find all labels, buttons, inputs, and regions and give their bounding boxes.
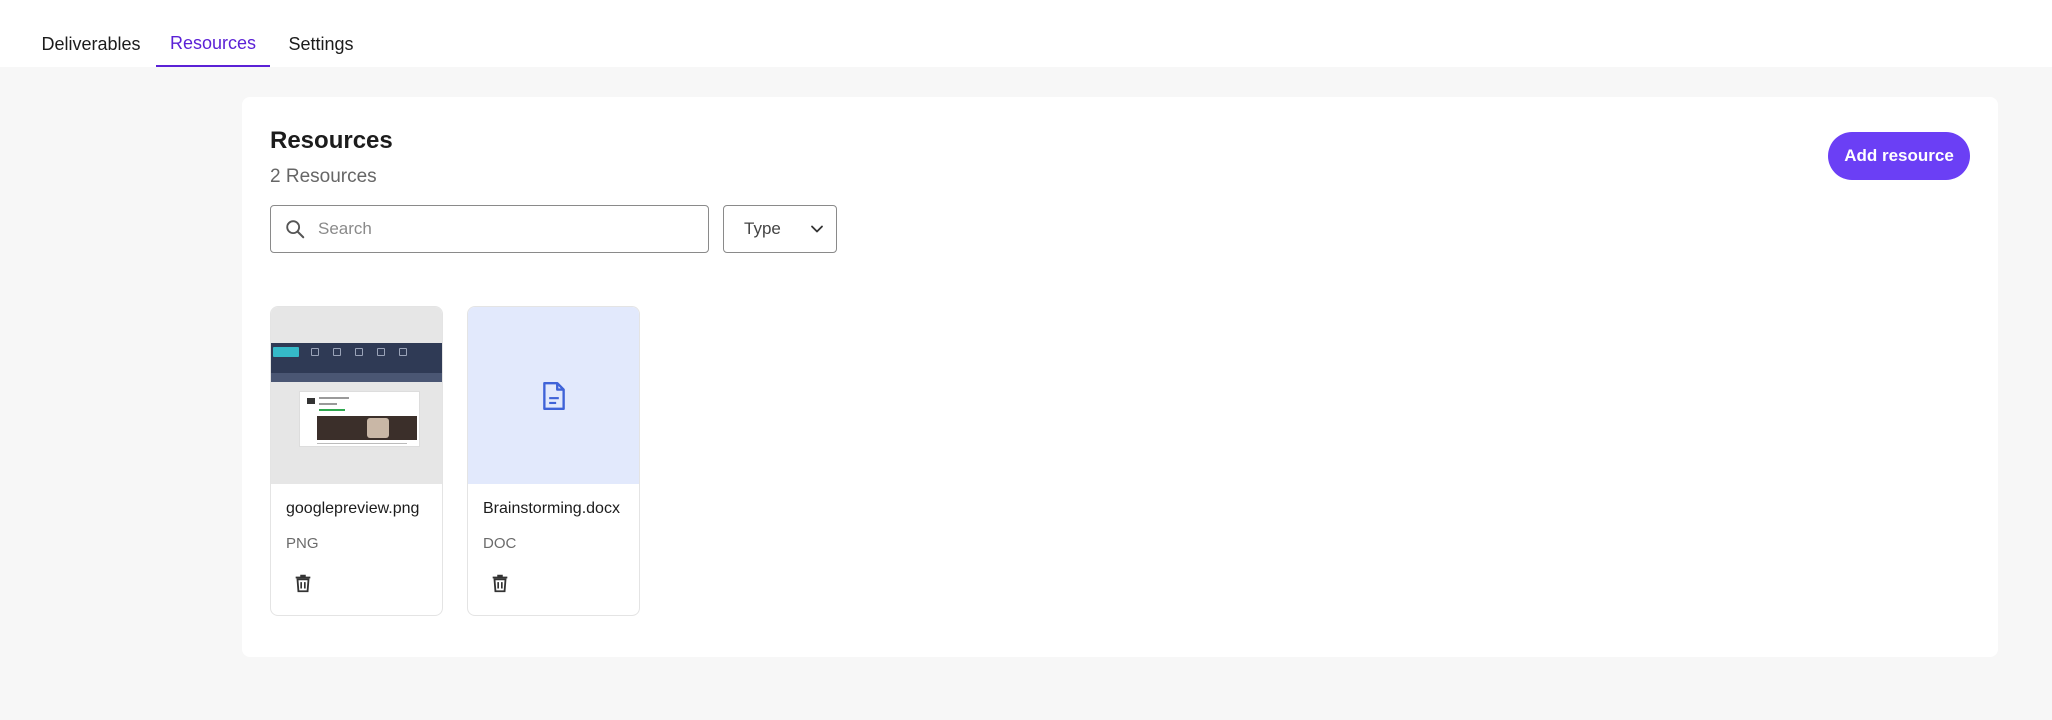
thumbnail-detail [319, 403, 337, 405]
thumbnail-detail [311, 348, 319, 356]
document-icon [542, 381, 565, 410]
add-resource-button[interactable]: Add resource [1828, 132, 1970, 180]
type-filter-select[interactable]: Type [723, 205, 837, 253]
trash-icon[interactable] [292, 572, 314, 594]
thumbnail-detail [273, 347, 299, 357]
thumbnail-detail [319, 397, 349, 399]
chevron-down-icon [811, 225, 823, 233]
tab-deliverables[interactable]: Deliverables [28, 0, 154, 67]
search-icon [286, 220, 305, 239]
thumbnail-detail [367, 418, 389, 438]
tab-resources[interactable]: Resources [156, 0, 270, 67]
resource-name: Brainstorming.docx [483, 500, 620, 517]
resource-name: googlepreview.png [286, 500, 420, 517]
resource-card[interactable]: googlepreview.png PNG [270, 306, 443, 616]
image-thumbnail[interactable] [271, 307, 442, 484]
resources-panel: Resources 2 Resources Add resource Type [242, 97, 1998, 657]
type-filter-label: Type [744, 219, 781, 238]
trash-icon[interactable] [489, 572, 511, 594]
tab-bar: Deliverables Resources Settings [0, 0, 2052, 67]
thumbnail-detail [307, 398, 315, 404]
resource-card[interactable]: Brainstorming.docx DOC [467, 306, 640, 616]
thumbnail-detail [319, 409, 345, 411]
resource-count: 2 Resources [270, 166, 377, 187]
thumbnail-detail [271, 373, 442, 382]
page-title: Resources [270, 127, 393, 154]
resource-type: DOC [483, 535, 517, 552]
tab-settings[interactable]: Settings [274, 0, 368, 67]
search-input[interactable] [318, 219, 678, 239]
thumbnail-detail [377, 348, 385, 356]
thumbnail-detail [399, 348, 407, 356]
resource-type: PNG [286, 535, 319, 552]
document-thumbnail[interactable] [468, 307, 639, 484]
search-field[interactable] [270, 205, 709, 253]
thumbnail-detail [355, 348, 363, 356]
thumbnail-detail [317, 443, 407, 444]
thumbnail-detail [333, 348, 341, 356]
